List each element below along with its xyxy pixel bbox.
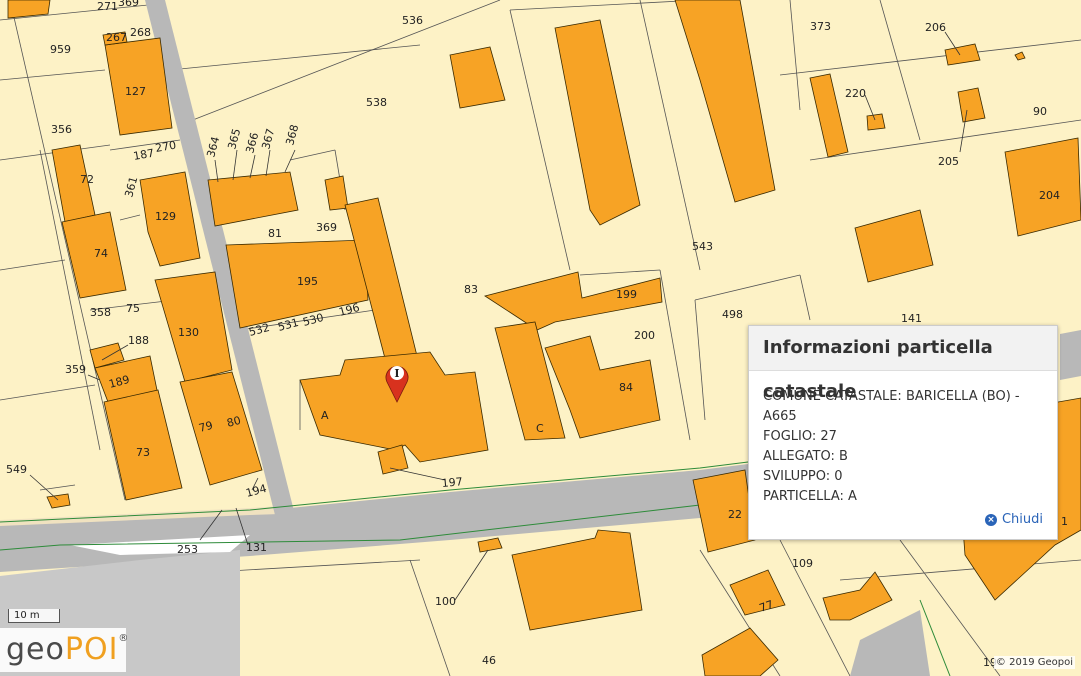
parcel-label: 268 <box>130 26 151 39</box>
popup-line-foglio: FOGLIO: 27 <box>763 429 837 444</box>
popup-line-allegato: ALLEGATO: B <box>763 449 848 464</box>
parcel-label: 538 <box>366 96 387 109</box>
logo-registered: ® <box>118 633 130 644</box>
parcel-label: 73 <box>136 446 150 459</box>
popup-title: Informazioni particella catastale <box>749 326 1057 402</box>
parcel-label: 72 <box>80 173 94 186</box>
parcel-label: A <box>321 409 329 422</box>
parcel-label: 959 <box>50 43 71 56</box>
parcel-label: 100 <box>435 595 456 608</box>
logo-text-b: POI <box>64 632 119 667</box>
parcel-label: 188 <box>128 334 149 347</box>
parcel-label: 131 <box>246 541 267 554</box>
parcel-label: 358 <box>90 306 111 319</box>
road-east-edge <box>1060 330 1081 380</box>
parcel-label: 22 <box>728 508 742 521</box>
parcel-label: 84 <box>619 381 633 394</box>
scale-label: 10 m <box>14 610 40 621</box>
parcel-label: 549 <box>6 463 27 476</box>
copyright-notice: © 2019 Geopoi <box>993 656 1075 669</box>
parcel-label: 200 <box>634 329 655 342</box>
parcel-label: 74 <box>94 247 108 260</box>
parcel-label: 204 <box>1039 189 1060 202</box>
popup-line-particella: PARTICELLA: A <box>763 489 857 504</box>
popup-body: COMUNE CATASTALE: BARICELLA (BO) - A665 … <box>749 371 1057 507</box>
parcel-label: 536 <box>402 14 423 27</box>
parcel-label: 109 <box>792 557 813 570</box>
marker-info-glyph: I <box>394 367 399 380</box>
parcel-label: 81 <box>268 227 282 240</box>
parcel-label: 220 <box>845 87 866 100</box>
parcel-label: 206 <box>925 21 946 34</box>
parcel-label: 205 <box>938 155 959 168</box>
close-icon[interactable]: × <box>984 513 997 526</box>
parcel-info-popup: Informazioni particella catastale COMUNE… <box>748 325 1058 540</box>
parcel-label: 83 <box>464 283 478 296</box>
parcel-label: 369 <box>118 0 139 9</box>
parcel-label: 197 <box>441 475 463 490</box>
parcel-label: 498 <box>722 308 743 321</box>
close-popup-button[interactable]: × Chiudi <box>984 512 1043 527</box>
parcel-label: 129 <box>155 210 176 223</box>
parcel-label: 195 <box>297 275 318 288</box>
parcel-label: 75 <box>126 302 140 315</box>
scale-bar: 10 m <box>8 609 60 623</box>
parcel-label: 199 <box>616 288 637 301</box>
parcel-label: 130 <box>178 326 199 339</box>
parcel-label: 271 <box>97 0 118 13</box>
parcel-label: 90 <box>1033 105 1047 118</box>
parcel-label: 543 <box>692 240 713 253</box>
parcel-label: 369 <box>316 221 337 234</box>
parcel-label: 356 <box>51 123 72 136</box>
geopoi-logo: geoPOI® <box>0 628 130 672</box>
close-label[interactable]: Chiudi <box>1002 512 1043 527</box>
logo-text-a: geo <box>6 632 65 667</box>
parcel-label: 1 <box>1061 515 1068 528</box>
popup-line-sviluppo: SVILUPPO: 0 <box>763 469 843 484</box>
parcel-label: 141 <box>901 312 922 325</box>
parcel-label: C <box>536 422 544 435</box>
parcel-label: 46 <box>482 654 496 667</box>
parcel-label: 267 <box>106 31 127 44</box>
parcel-label: 127 <box>125 85 146 98</box>
parcel-label: 373 <box>810 20 831 33</box>
parcel-label: 359 <box>65 363 86 376</box>
parcel-label: 253 <box>177 543 198 556</box>
